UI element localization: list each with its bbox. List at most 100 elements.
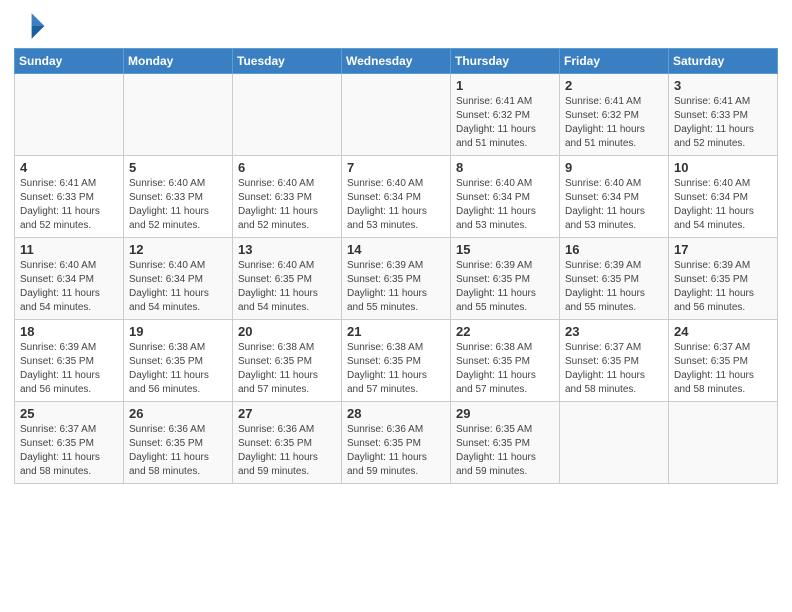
day-info: Sunrise: 6:40 AM Sunset: 6:34 PM Dayligh…: [347, 177, 445, 233]
calendar-day-cell: 9 Sunrise: 6:40 AM Sunset: 6:34 PM Daylig…: [560, 156, 669, 238]
weekday-header: Thursday: [451, 49, 560, 74]
day-number: 9: [565, 160, 663, 175]
day-number: 22: [456, 324, 554, 339]
calendar-day-cell: 12 Sunrise: 6:40 AM Sunset: 6:34 PM Dayli…: [124, 238, 233, 320]
weekday-header: Saturday: [669, 49, 778, 74]
day-info: Sunrise: 6:38 AM Sunset: 6:35 PM Dayligh…: [238, 341, 336, 397]
logo: [14, 10, 50, 42]
day-info: Sunrise: 6:38 AM Sunset: 6:35 PM Dayligh…: [129, 341, 227, 397]
day-number: 4: [20, 160, 118, 175]
day-info: Sunrise: 6:40 AM Sunset: 6:35 PM Dayligh…: [238, 259, 336, 315]
weekday-header: Tuesday: [233, 49, 342, 74]
day-info: Sunrise: 6:39 AM Sunset: 6:35 PM Dayligh…: [347, 259, 445, 315]
day-number: 8: [456, 160, 554, 175]
day-info: Sunrise: 6:41 AM Sunset: 6:33 PM Dayligh…: [20, 177, 118, 233]
calendar-day-cell: 23Sunrise: 6:37 AM Sunset: 6:35 PM Dayli…: [560, 320, 669, 402]
calendar-week-row: 1 Sunrise: 6:41 AM Sunset: 6:32 PM Daylig…: [15, 74, 778, 156]
day-info: Sunrise: 6:41 AM Sunset: 6:32 PM Dayligh…: [456, 95, 554, 151]
calendar-day-cell: [15, 74, 124, 156]
day-info: Sunrise: 6:40 AM Sunset: 6:33 PM Dayligh…: [238, 177, 336, 233]
page: SundayMondayTuesdayWednesdayThursdayFrid…: [0, 0, 792, 612]
calendar-day-cell: [560, 402, 669, 484]
calendar-day-cell: 21 Sunrise: 6:38 AM Sunset: 6:35 PM Dayli…: [342, 320, 451, 402]
calendar-week-row: 25Sunrise: 6:37 AM Sunset: 6:35 PM Dayli…: [15, 402, 778, 484]
calendar-week-row: 11Sunrise: 6:40 AM Sunset: 6:34 PM Dayli…: [15, 238, 778, 320]
calendar-day-cell: 18Sunrise: 6:39 AM Sunset: 6:35 PM Dayli…: [15, 320, 124, 402]
day-info: Sunrise: 6:40 AM Sunset: 6:34 PM Dayligh…: [456, 177, 554, 233]
calendar-day-cell: [669, 402, 778, 484]
day-info: Sunrise: 6:39 AM Sunset: 6:35 PM Dayligh…: [456, 259, 554, 315]
day-number: 2: [565, 78, 663, 93]
day-info: Sunrise: 6:35 AM Sunset: 6:35 PM Dayligh…: [456, 423, 554, 479]
day-number: 28: [347, 406, 445, 421]
day-info: Sunrise: 6:37 AM Sunset: 6:35 PM Dayligh…: [565, 341, 663, 397]
calendar-table: SundayMondayTuesdayWednesdayThursdayFrid…: [14, 48, 778, 484]
calendar-week-row: 4 Sunrise: 6:41 AM Sunset: 6:33 PM Daylig…: [15, 156, 778, 238]
calendar-day-cell: 15 Sunrise: 6:39 AM Sunset: 6:35 PM Dayli…: [451, 238, 560, 320]
day-number: 5: [129, 160, 227, 175]
calendar-day-cell: 22 Sunrise: 6:38 AM Sunset: 6:35 PM Dayli…: [451, 320, 560, 402]
calendar-body: 1 Sunrise: 6:41 AM Sunset: 6:32 PM Daylig…: [15, 74, 778, 484]
calendar-day-cell: 25Sunrise: 6:37 AM Sunset: 6:35 PM Dayli…: [15, 402, 124, 484]
day-info: Sunrise: 6:36 AM Sunset: 6:35 PM Dayligh…: [238, 423, 336, 479]
calendar-day-cell: 13 Sunrise: 6:40 AM Sunset: 6:35 PM Dayli…: [233, 238, 342, 320]
calendar-day-cell: 6 Sunrise: 6:40 AM Sunset: 6:33 PM Daylig…: [233, 156, 342, 238]
day-info: Sunrise: 6:38 AM Sunset: 6:35 PM Dayligh…: [347, 341, 445, 397]
day-number: 12: [129, 242, 227, 257]
day-info: Sunrise: 6:40 AM Sunset: 6:33 PM Dayligh…: [129, 177, 227, 233]
day-number: 17: [674, 242, 772, 257]
day-info: Sunrise: 6:36 AM Sunset: 6:35 PM Dayligh…: [347, 423, 445, 479]
day-number: 7: [347, 160, 445, 175]
day-number: 13: [238, 242, 336, 257]
day-number: 19: [129, 324, 227, 339]
day-number: 20: [238, 324, 336, 339]
calendar-day-cell: 28 Sunrise: 6:36 AM Sunset: 6:35 PM Dayli…: [342, 402, 451, 484]
day-info: Sunrise: 6:39 AM Sunset: 6:35 PM Dayligh…: [674, 259, 772, 315]
day-number: 16: [565, 242, 663, 257]
day-number: 6: [238, 160, 336, 175]
day-info: Sunrise: 6:39 AM Sunset: 6:35 PM Dayligh…: [20, 341, 118, 397]
calendar-day-cell: [342, 74, 451, 156]
calendar-day-cell: 27 Sunrise: 6:36 AM Sunset: 6:35 PM Dayli…: [233, 402, 342, 484]
calendar-day-cell: 5 Sunrise: 6:40 AM Sunset: 6:33 PM Daylig…: [124, 156, 233, 238]
day-info: Sunrise: 6:41 AM Sunset: 6:33 PM Dayligh…: [674, 95, 772, 151]
day-number: 1: [456, 78, 554, 93]
calendar-day-cell: [233, 74, 342, 156]
calendar-day-cell: 14 Sunrise: 6:39 AM Sunset: 6:35 PM Dayli…: [342, 238, 451, 320]
calendar-day-cell: 24 Sunrise: 6:37 AM Sunset: 6:35 PM Dayli…: [669, 320, 778, 402]
day-info: Sunrise: 6:37 AM Sunset: 6:35 PM Dayligh…: [674, 341, 772, 397]
calendar-day-cell: 26 Sunrise: 6:36 AM Sunset: 6:35 PM Dayli…: [124, 402, 233, 484]
calendar-day-cell: 7 Sunrise: 6:40 AM Sunset: 6:34 PM Daylig…: [342, 156, 451, 238]
day-info: Sunrise: 6:36 AM Sunset: 6:35 PM Dayligh…: [129, 423, 227, 479]
calendar-day-cell: 2 Sunrise: 6:41 AM Sunset: 6:32 PM Daylig…: [560, 74, 669, 156]
calendar-day-cell: [124, 74, 233, 156]
calendar-day-cell: 1 Sunrise: 6:41 AM Sunset: 6:32 PM Daylig…: [451, 74, 560, 156]
day-info: Sunrise: 6:40 AM Sunset: 6:34 PM Dayligh…: [674, 177, 772, 233]
day-number: 10: [674, 160, 772, 175]
day-number: 21: [347, 324, 445, 339]
day-number: 3: [674, 78, 772, 93]
calendar-day-cell: 19 Sunrise: 6:38 AM Sunset: 6:35 PM Dayli…: [124, 320, 233, 402]
day-info: Sunrise: 6:41 AM Sunset: 6:32 PM Dayligh…: [565, 95, 663, 151]
weekday-header: Friday: [560, 49, 669, 74]
day-number: 14: [347, 242, 445, 257]
logo-icon: [14, 10, 46, 42]
day-info: Sunrise: 6:38 AM Sunset: 6:35 PM Dayligh…: [456, 341, 554, 397]
day-info: Sunrise: 6:40 AM Sunset: 6:34 PM Dayligh…: [565, 177, 663, 233]
calendar-day-cell: 10 Sunrise: 6:40 AM Sunset: 6:34 PM Dayli…: [669, 156, 778, 238]
day-number: 27: [238, 406, 336, 421]
calendar-day-cell: 29Sunrise: 6:35 AM Sunset: 6:35 PM Dayli…: [451, 402, 560, 484]
calendar-day-cell: 8 Sunrise: 6:40 AM Sunset: 6:34 PM Daylig…: [451, 156, 560, 238]
calendar-day-cell: 20 Sunrise: 6:38 AM Sunset: 6:35 PM Dayli…: [233, 320, 342, 402]
calendar-header: SundayMondayTuesdayWednesdayThursdayFrid…: [15, 49, 778, 74]
calendar-day-cell: 3 Sunrise: 6:41 AM Sunset: 6:33 PM Daylig…: [669, 74, 778, 156]
day-number: 15: [456, 242, 554, 257]
day-info: Sunrise: 6:39 AM Sunset: 6:35 PM Dayligh…: [565, 259, 663, 315]
day-number: 26: [129, 406, 227, 421]
day-info: Sunrise: 6:37 AM Sunset: 6:35 PM Dayligh…: [20, 423, 118, 479]
day-info: Sunrise: 6:40 AM Sunset: 6:34 PM Dayligh…: [129, 259, 227, 315]
calendar-day-cell: 11Sunrise: 6:40 AM Sunset: 6:34 PM Dayli…: [15, 238, 124, 320]
day-number: 24: [674, 324, 772, 339]
weekday-header: Monday: [124, 49, 233, 74]
calendar-day-cell: 16 Sunrise: 6:39 AM Sunset: 6:35 PM Dayli…: [560, 238, 669, 320]
